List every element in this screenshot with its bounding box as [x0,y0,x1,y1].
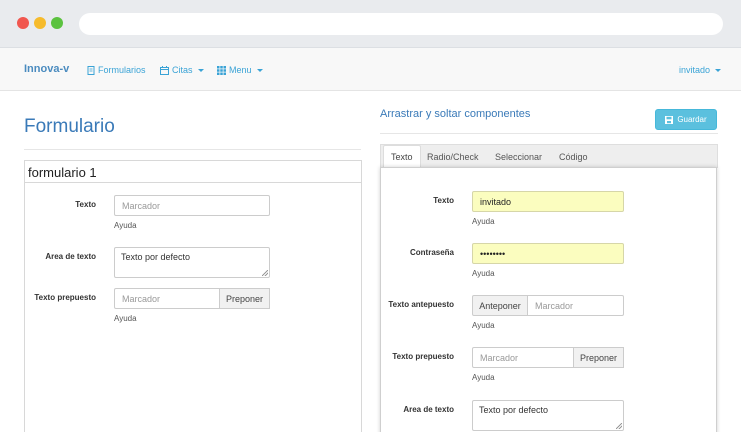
caret-down-icon [715,68,722,72]
save-button[interactable]: Guardar [655,109,717,130]
user-menu-label: invitado [679,65,711,75]
maximize-window-icon[interactable] [51,17,63,29]
divider [380,133,718,134]
tab-texto[interactable]: Texto [383,145,421,169]
help-text: Ayuda [472,217,495,226]
user-menu[interactable]: invitado [679,65,722,75]
floppy-disk-icon [665,115,674,124]
prepend-text-input[interactable]: Marcador [114,288,220,309]
navbar: Innova-v Formularios Citas Menu invitado [0,48,741,91]
page-title: Formulario [24,116,115,137]
field-label: Texto [433,196,454,205]
help-text: Ayuda [114,221,137,230]
caret-down-icon [197,68,204,72]
nav-item-formularios[interactable]: Formularios [87,65,146,75]
divider [24,149,361,150]
prepend-text-input[interactable]: Marcador [472,347,574,368]
nav-item-label: Menu [229,65,252,75]
document-icon [87,65,95,75]
field-label: Contraseña [409,248,454,257]
textarea-component-input[interactable]: Texto por defecto [472,400,624,431]
password-component-input[interactable]: •••••••• [472,243,624,264]
form-name[interactable]: formulario 1 [25,161,361,183]
help-text: Ayuda [472,321,495,330]
help-text: Ayuda [472,373,495,382]
field-label: Area de texto [45,252,96,261]
close-window-icon[interactable] [17,17,29,29]
browser-chrome [0,0,741,48]
caret-down-icon [256,68,263,72]
input-addon: Preponer [573,347,624,368]
brand-link[interactable]: Innova-v [24,63,69,75]
nav-item-menu[interactable]: Menu [217,65,263,75]
components-title: Arrastrar y soltar componentes [380,108,531,120]
tab-radio-check[interactable]: Radio/Check [427,152,479,162]
components-tabs: Texto Radio/Check Seleccionar Código [380,144,718,169]
nav-item-citas[interactable]: Citas [160,65,204,75]
field-label: Texto prepuesto [34,293,96,302]
resize-grip-icon[interactable] [262,270,268,276]
field-label: Texto [75,200,96,209]
help-text: Ayuda [472,269,495,278]
grid-icon [217,65,226,75]
textarea-input[interactable]: Texto por defecto [114,247,270,278]
nav-item-label: Citas [172,65,193,75]
input-addon: Preponer [219,288,270,309]
tab-codigo[interactable]: Código [559,152,588,162]
field-label: Texto antepuesto [388,300,454,309]
text-component-input[interactable]: invitado [472,191,624,212]
append-text-input[interactable]: Marcador [527,295,624,316]
textarea-value: Texto por defecto [121,252,191,262]
text-input[interactable]: Marcador [114,195,270,216]
address-bar[interactable] [79,13,723,35]
field-label: Area de texto [403,405,454,414]
nav-item-label: Formularios [98,65,146,75]
help-text: Ayuda [114,314,137,323]
save-button-label: Guardar [677,115,707,124]
minimize-window-icon[interactable] [34,17,46,29]
input-addon: Anteponer [472,295,528,316]
field-label: Texto prepuesto [392,352,454,361]
textarea-value: Texto por defecto [479,405,549,415]
tab-seleccionar[interactable]: Seleccionar [495,152,542,162]
calendar-icon [160,65,169,75]
resize-grip-icon[interactable] [616,423,622,429]
